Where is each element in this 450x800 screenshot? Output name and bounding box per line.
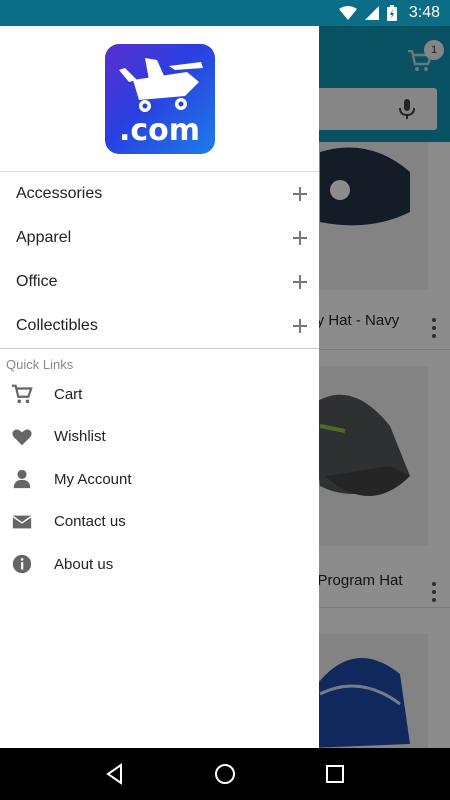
quick-link-my-account[interactable]: My Account [0, 458, 319, 501]
status-bar: 3:48 [0, 0, 450, 26]
quick-link-label: Cart [54, 385, 83, 403]
quick-link-label: Wishlist [54, 428, 106, 446]
quick-link-contact-us[interactable]: Contact us [0, 501, 319, 544]
expand-plus-icon[interactable] [293, 319, 307, 333]
category-label: Apparel [16, 229, 72, 246]
signal-icon [364, 6, 379, 20]
system-nav-bar [0, 748, 450, 800]
category-item-apparel[interactable]: Apparel [0, 216, 319, 260]
back-icon[interactable] [103, 762, 127, 786]
battery-icon [386, 5, 397, 21]
person-icon [13, 470, 31, 489]
logo-text: .com [118, 112, 201, 148]
expand-plus-icon[interactable] [293, 275, 307, 289]
expand-plus-icon[interactable] [293, 231, 307, 245]
info-icon [12, 555, 32, 574]
category-item-accessories[interactable]: Accessories [0, 172, 319, 216]
category-item-office[interactable]: Office [0, 260, 319, 304]
home-icon[interactable] [213, 762, 237, 786]
category-list: Accessories Apparel Office Collectibles [0, 172, 319, 349]
quick-link-wishlist[interactable]: Wishlist [0, 416, 319, 459]
quick-link-label: About us [54, 555, 114, 573]
quick-link-label: Contact us [54, 513, 126, 531]
category-label: Accessories [16, 185, 103, 202]
quick-link-cart[interactable]: Cart [0, 373, 319, 416]
cart-icon [11, 384, 33, 404]
quick-link-about-us[interactable]: About us [0, 543, 319, 586]
category-item-collectibles[interactable]: Collectibles [0, 304, 319, 348]
wifi-icon [338, 6, 357, 20]
drawer-header: .com [0, 26, 319, 172]
clock: 3:48 [408, 4, 440, 21]
expand-plus-icon[interactable] [293, 187, 307, 201]
recents-icon[interactable] [323, 762, 347, 786]
airplane-cart-icon [118, 57, 203, 112]
quick-link-label: My Account [54, 470, 132, 488]
heart-icon [12, 429, 32, 445]
category-label: Office [16, 273, 58, 290]
category-label: Collectibles [16, 317, 98, 334]
navigation-drawer: .com Accessories Apparel Office Collecti… [0, 26, 319, 748]
store-logo[interactable]: .com [104, 43, 215, 154]
quick-links-heading: Quick Links [6, 357, 74, 372]
mail-icon [12, 515, 32, 529]
